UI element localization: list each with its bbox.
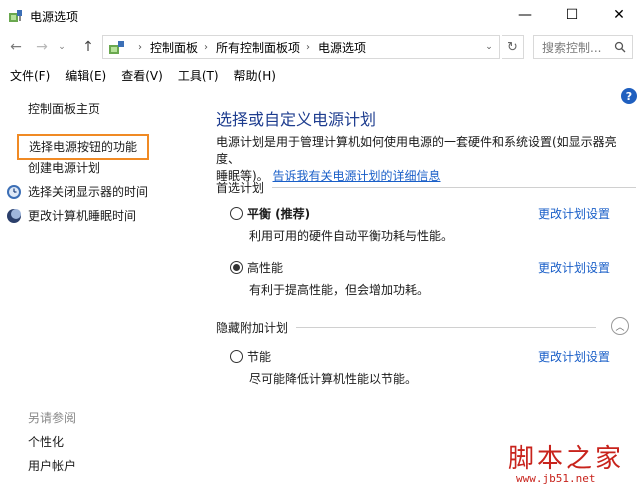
plan-power-saver-name[interactable]: 节能 [247,348,271,365]
back-button[interactable]: ← [6,37,26,57]
address-dropdown-icon[interactable]: ⌄ [479,36,499,58]
plan-high-performance-radio[interactable] [230,261,243,274]
menu-help[interactable]: 帮助(H) [228,67,282,84]
preferred-plans-label: 首选计划 [216,181,265,195]
menu-file[interactable]: 文件(F) [4,67,56,84]
sidebar-item-create-plan[interactable]: 创建电源计划 [28,159,100,176]
plan-balanced-name[interactable]: 平衡 (推荐) [247,205,310,222]
menu-tools[interactable]: 工具(T) [172,67,225,84]
see-also-heading: 另请参阅 [28,411,77,425]
window-title: 电源选项 [30,10,79,24]
close-button[interactable]: ✕ [596,0,640,30]
plan-power-saver-change-link[interactable]: 更改计划设置 [538,348,610,365]
minimize-button[interactable]: — [502,0,548,30]
search-input[interactable]: 搜索控制... [533,35,633,59]
watermark: 脚本之家 www.jb51.net [508,438,638,490]
menu-bar: 文件(F) 编辑(E) 查看(V) 工具(T) 帮助(H) [0,64,640,86]
sidebar-item-home[interactable]: 控制面板主页 [28,100,100,117]
forward-button[interactable]: → [32,37,52,57]
menu-view[interactable]: 查看(V) [115,67,169,84]
breadcrumb-all-items[interactable]: 所有控制面板项 [216,39,300,56]
navigation-bar: ← → ⌄ ↑ › 控制面板 › 所有控制面板项 › 电源选项 ⌄ ↻ 搜索控制… [0,32,640,62]
plan-balanced-radio[interactable] [230,207,243,220]
description-line-1: 电源计划是用于管理计算机如何使用电源的一套硬件和系统设置(如显示器亮度、 [216,135,617,166]
page-title: 选择或自定义电源计划 [216,110,377,129]
address-bar[interactable]: › 控制面板 › 所有控制面板项 › 电源选项 ⌄ [102,35,500,59]
refresh-button[interactable]: ↻ [502,35,524,59]
sidebar-item-personalization[interactable]: 个性化 [28,433,64,450]
power-options-icon [9,10,22,22]
main-pane: 选择或自定义电源计划 电源计划是用于管理计算机如何使用电源的一套硬件和系统设置(… [216,88,636,492]
recent-locations-button[interactable]: ⌄ [56,37,68,57]
section-divider [296,327,597,328]
up-button[interactable]: ↑ [78,37,98,57]
hidden-plans-label: 隐藏附加计划 [216,321,289,335]
sleep-moon-icon [7,209,21,223]
search-placeholder: 搜索控制... [542,40,602,55]
menu-edit[interactable]: 编辑(E) [59,67,112,84]
plan-high-performance-name[interactable]: 高性能 [247,259,283,276]
collapse-chevron-up-icon[interactable]: ︿ [611,317,629,335]
plan-high-performance-description: 有利于提高性能，但会增加功耗。 [249,283,430,297]
watermark-logo: 脚本之家 [508,444,625,474]
search-icon [614,41,626,53]
sidebar-item-display-off[interactable]: 选择关闭显示器的时间 [28,183,148,200]
maximize-button[interactable]: ☐ [549,0,595,30]
plan-balanced-description: 利用可用的硬件自动平衡功耗与性能。 [249,229,454,243]
display-clock-icon [7,185,21,199]
sidebar-item-user-accounts[interactable]: 用户帐户 [28,457,76,474]
sidebar-item-sleep-time[interactable]: 更改计算机睡眠时间 [28,207,136,224]
plan-balanced-change-link[interactable]: 更改计划设置 [538,205,610,222]
watermark-url: www.jb51.net [516,472,596,485]
title-bar: 电源选项 — ☐ ✕ [0,0,640,32]
plan-high-performance-change-link[interactable]: 更改计划设置 [538,259,610,276]
breadcrumb-separator: › [138,41,142,53]
control-panel-icon [109,41,124,54]
breadcrumb-power-options[interactable]: 电源选项 [318,39,366,56]
breadcrumb-separator[interactable]: › [306,42,310,53]
section-divider [272,187,636,188]
breadcrumb-control-panel[interactable]: 控制面板 [150,39,198,56]
sidebar-item-power-buttons[interactable]: 选择电源按钮的功能 [17,134,150,160]
left-pane: 控制面板主页 选择电源按钮的功能 创建电源计划 选择关闭显示器的时间 更改计算机… [0,88,200,492]
plan-power-saver-radio[interactable] [230,350,243,363]
plan-power-saver-description: 尽可能降低计算机性能以节能。 [249,372,418,386]
hidden-plans-heading: 隐藏附加计划 [216,319,636,336]
breadcrumb-separator[interactable]: › [204,42,208,53]
preferred-plans-heading: 首选计划 [216,179,636,196]
page-description: 电源计划是用于管理计算机如何使用电源的一套硬件和系统设置(如显示器亮度、 睡眠等… [216,134,620,185]
